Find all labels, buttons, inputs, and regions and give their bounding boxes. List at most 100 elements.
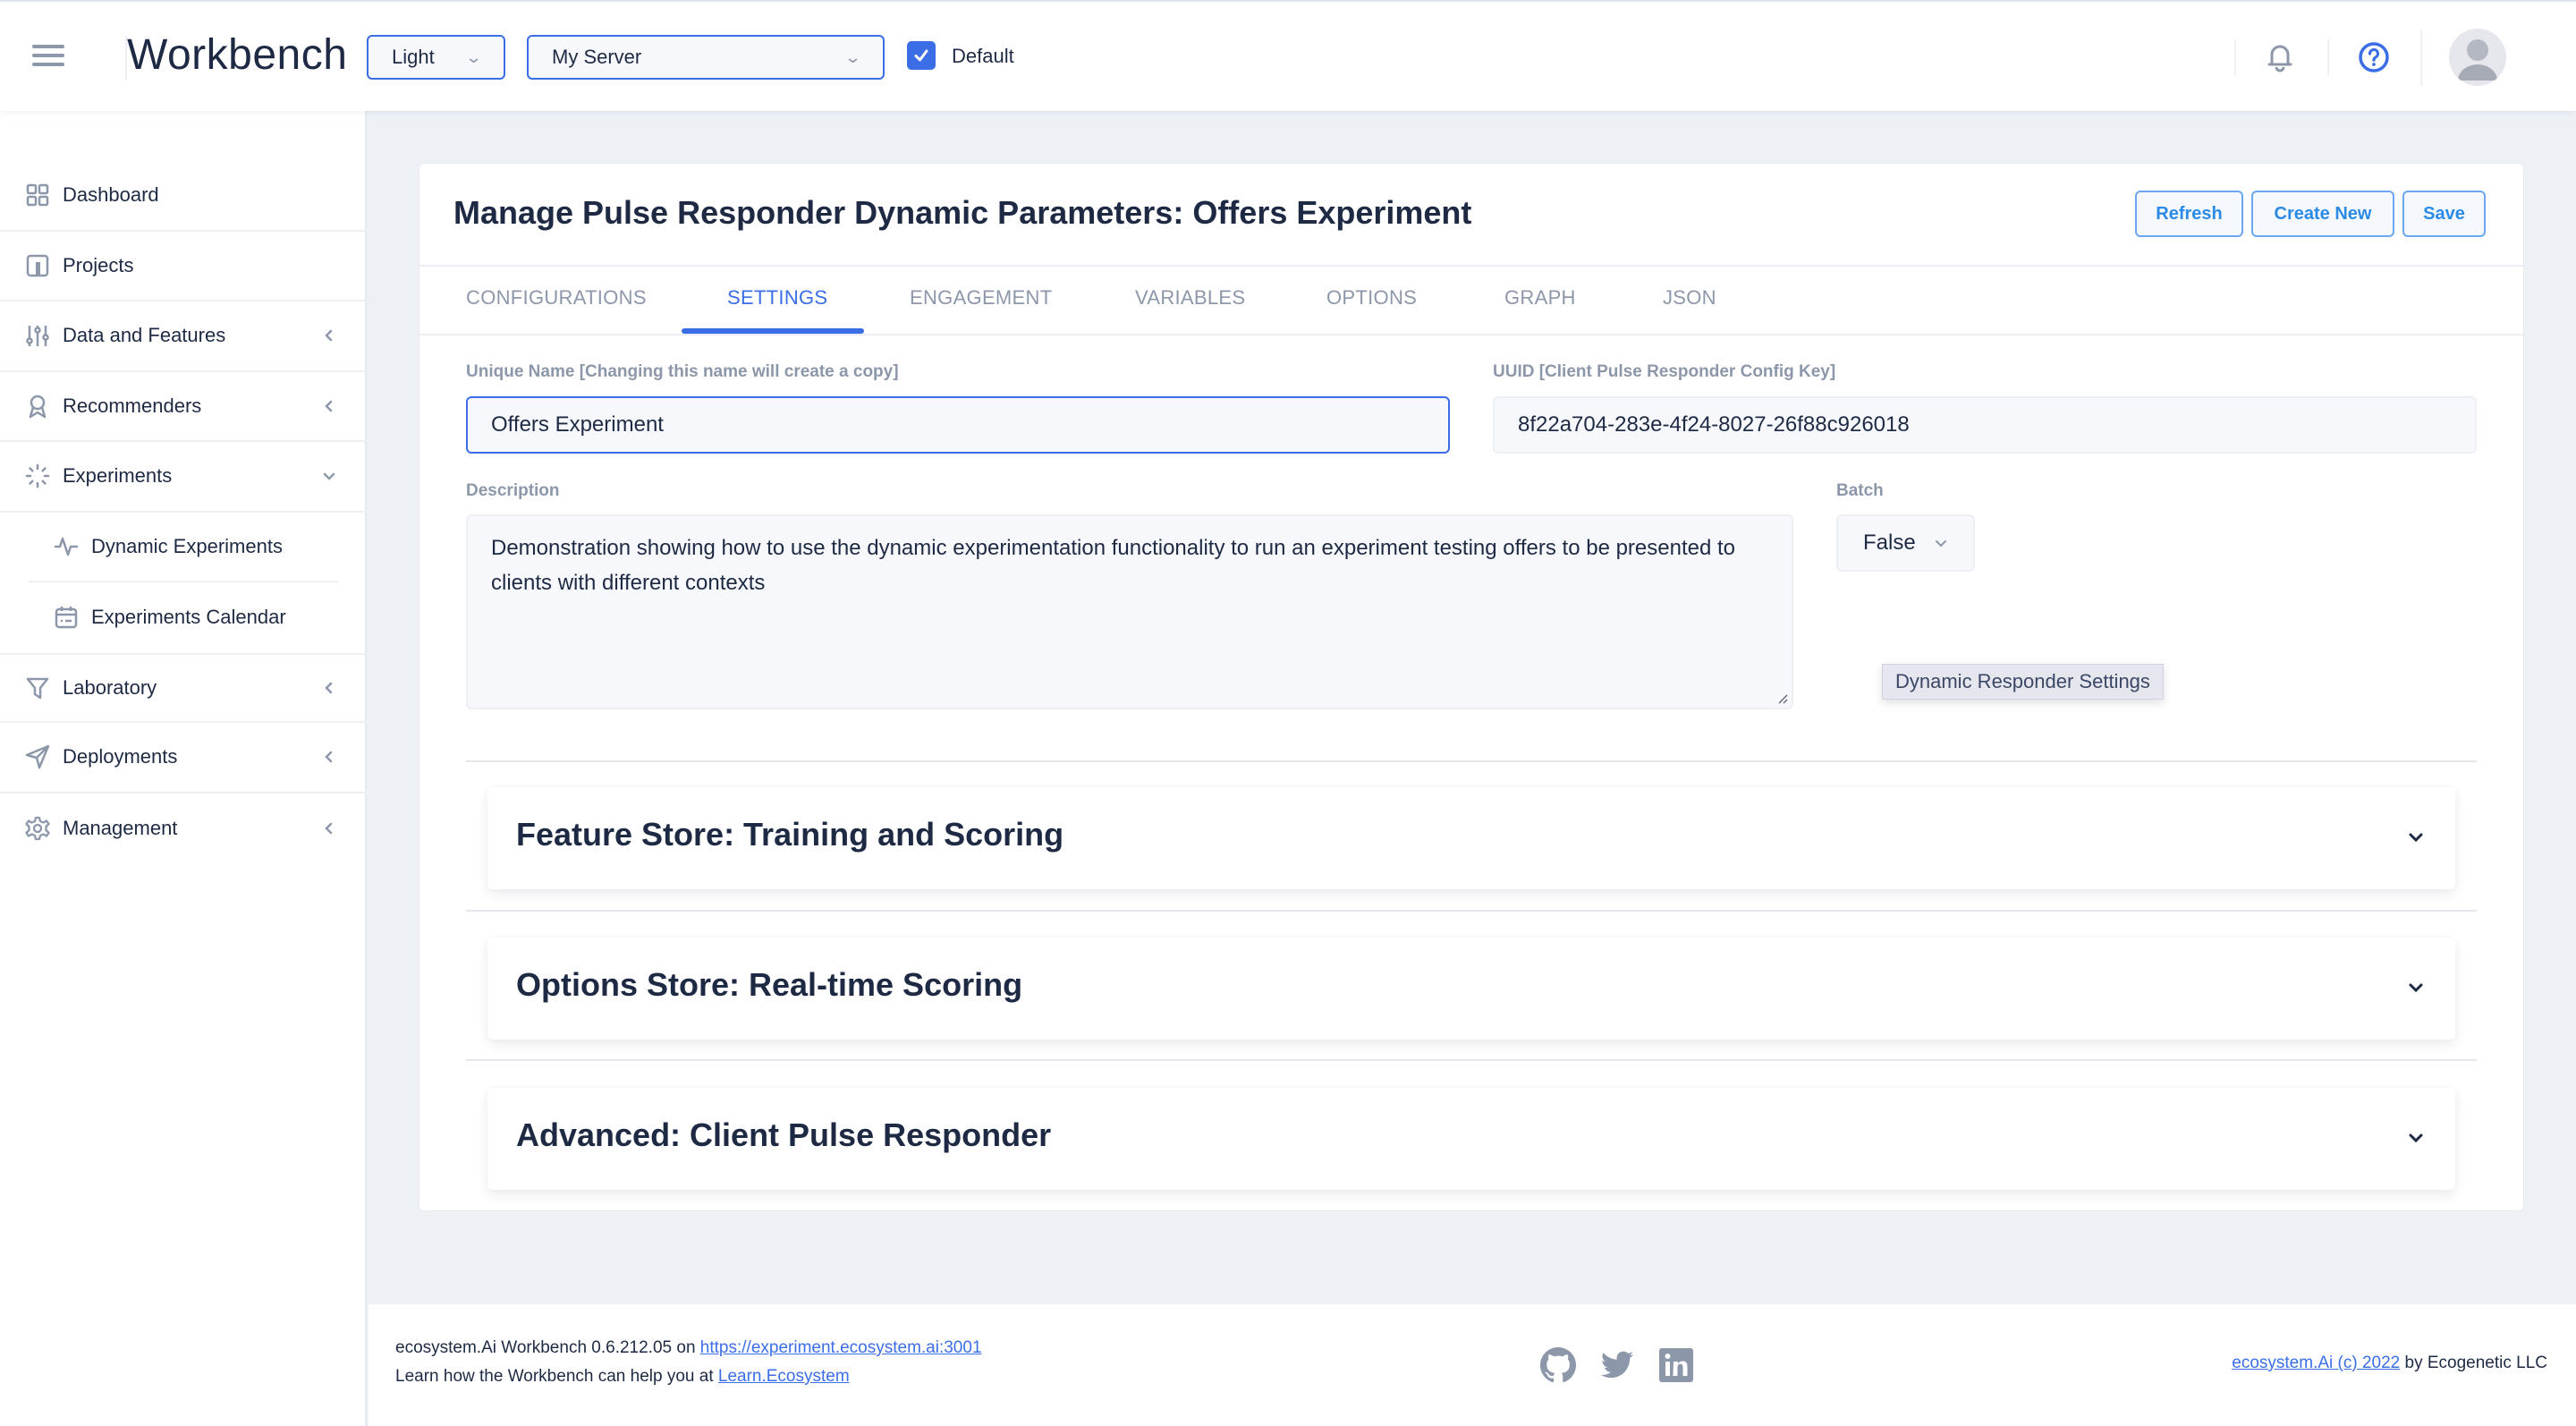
sidebar-nav: Dashboard Projects Data and Features Rec… <box>0 161 367 863</box>
check-icon <box>914 49 928 62</box>
sidebar-item-management[interactable]: Management <box>0 794 367 864</box>
tab-bar: CONFIGURATIONS SETTINGS ENGAGEMENT VARIA… <box>419 267 2523 335</box>
copyright-suffix: by Ecogenetic LLC <box>2400 1354 2548 1372</box>
section-divider <box>466 910 2477 912</box>
chevron-down-icon <box>2409 833 2423 843</box>
description-text: Demonstration showing how to use the dyn… <box>491 536 1736 595</box>
sidebar-item-label: Dashboard <box>63 183 159 207</box>
help-icon[interactable] <box>2358 41 2390 73</box>
accordion-feature-store[interactable]: Feature Store: Training and Scoring <box>487 787 2455 889</box>
tab-graph[interactable]: GRAPH <box>1504 286 1576 310</box>
tab-engagement[interactable]: ENGAGEMENT <box>910 286 1052 310</box>
accordion-title: Advanced: Client Pulse Responder <box>516 1116 1052 1153</box>
avatar[interactable] <box>2449 29 2506 86</box>
chevron-down-icon: ⌄ <box>464 47 483 66</box>
default-checkbox-label: Default <box>952 45 1014 67</box>
linkedin-icon[interactable] <box>1657 1345 1696 1385</box>
menu-icon[interactable] <box>32 45 64 68</box>
sidebar-item-data-and-features[interactable]: Data and Features <box>0 301 367 372</box>
footer-version-text: ecosystem.Ai Workbench 0.6.212.05 on <box>395 1338 700 1357</box>
header-divider <box>2420 30 2422 86</box>
default-checkbox[interactable] <box>907 41 936 70</box>
sidebar-item-dynamic-experiments[interactable]: Dynamic Experiments <box>29 513 338 582</box>
sidebar-item-experiments[interactable]: Experiments <box>0 442 367 513</box>
copyright-link[interactable]: ecosystem.Ai (c) 2022 <box>2232 1354 2400 1372</box>
filter-icon <box>26 677 49 699</box>
unique-name-label: Unique Name [Changing this name will cre… <box>466 362 899 381</box>
tab-configurations[interactable]: CONFIGURATIONS <box>466 286 647 310</box>
theme-select[interactable]: Light ⌄ <box>367 35 505 80</box>
footer-copyright: ecosystem.Ai (c) 2022 by Ecogenetic LLC <box>2232 1354 2547 1373</box>
sidebar-item-label: Recommenders <box>63 394 202 417</box>
theme-select-value: Light <box>392 46 435 68</box>
grid-icon <box>26 184 49 207</box>
activity-icon <box>54 537 79 556</box>
sidebar-item-label: Experiments Calendar <box>91 606 286 629</box>
server-select-value: My Server <box>552 46 642 68</box>
tooltip: Dynamic Responder Settings <box>1882 664 2164 700</box>
loader-icon <box>25 464 50 488</box>
footer-learn-line: Learn how the Workbench can help you at … <box>395 1367 850 1387</box>
chevron-left-icon <box>325 400 333 412</box>
twitter-icon[interactable] <box>1597 1345 1637 1385</box>
sidebar: Dashboard Projects Data and Features Rec… <box>0 111 367 1426</box>
batch-select[interactable]: False <box>1836 514 1975 572</box>
batch-select-value: False <box>1863 531 1916 555</box>
sidebar-item-label: Experiments <box>63 464 173 488</box>
chevron-down-icon <box>2409 983 2423 993</box>
tab-variables[interactable]: VARIABLES <box>1135 286 1245 310</box>
footer: ecosystem.Ai Workbench 0.6.212.05 on htt… <box>369 1304 2576 1426</box>
accordion-title: Feature Store: Training and Scoring <box>516 816 1064 853</box>
footer-version-line: ecosystem.Ai Workbench 0.6.212.05 on htt… <box>395 1338 982 1358</box>
uuid-input[interactable]: 8f22a704-283e-4f24-8027-26f88c926018 <box>1493 396 2477 454</box>
sidebar-item-dashboard[interactable]: Dashboard <box>0 161 367 232</box>
sidebar-item-laboratory[interactable]: Laboratory <box>0 652 367 723</box>
main-card: Manage Pulse Responder Dynamic Parameter… <box>419 163 2524 1211</box>
chevron-down-icon <box>1935 540 1946 547</box>
resize-handle-icon[interactable] <box>1775 692 1788 704</box>
tab-options[interactable]: OPTIONS <box>1326 286 1417 310</box>
batch-label: Batch <box>1836 481 1884 500</box>
chevron-down-icon: ⌄ <box>843 47 862 66</box>
section-divider <box>466 760 2477 762</box>
github-icon[interactable] <box>1538 1345 1578 1385</box>
server-link[interactable]: https://experiment.ecosystem.ai:3001 <box>700 1338 982 1357</box>
sliders-icon <box>26 326 49 347</box>
bell-icon[interactable] <box>2265 41 2295 73</box>
sidebar-item-recommenders[interactable]: Recommenders <box>0 372 367 442</box>
app-title: Workbench <box>127 31 348 79</box>
chevron-left-icon <box>325 682 333 693</box>
refresh-button[interactable]: Refresh <box>2135 191 2243 237</box>
unique-name-input[interactable]: Offers Experiment <box>466 396 1450 454</box>
description-label: Description <box>466 481 560 500</box>
footer-learn-text: Learn how the Workbench can help you at <box>395 1367 718 1386</box>
tab-settings[interactable]: SETTINGS <box>727 286 827 310</box>
save-button[interactable]: Save <box>2402 191 2486 237</box>
top-header: Workbench Light ⌄ My Server ⌄ Default <box>0 0 2576 111</box>
uuid-label: UUID [Client Pulse Responder Config Key] <box>1493 362 1836 381</box>
sidebar-item-label: Data and Features <box>63 324 226 347</box>
active-tab-indicator <box>682 328 864 334</box>
sidebar-item-deployments[interactable]: Deployments <box>0 723 367 794</box>
create-new-button[interactable]: Create New <box>2251 191 2394 237</box>
sidebar-item-experiments-calendar[interactable]: Experiments Calendar <box>29 582 338 653</box>
chevron-down-icon <box>323 473 335 481</box>
description-textarea[interactable]: Demonstration showing how to use the dyn… <box>466 514 1793 709</box>
sidebar-item-label: Dynamic Experiments <box>91 534 283 557</box>
accordion-title: Options Store: Real-time Scoring <box>516 966 1023 1003</box>
section-divider <box>466 1059 2477 1061</box>
chevron-left-icon <box>325 751 333 763</box>
server-select[interactable]: My Server ⌄ <box>527 35 885 80</box>
sidebar-item-projects[interactable]: Projects <box>0 232 367 301</box>
sidebar-item-label: Laboratory <box>63 675 157 699</box>
chevron-down-icon <box>2409 1133 2423 1143</box>
accordion-advanced[interactable]: Advanced: Client Pulse Responder <box>487 1088 2455 1190</box>
accordion-options-store[interactable]: Options Store: Real-time Scoring <box>487 938 2455 1040</box>
tab-json[interactable]: JSON <box>1663 286 1716 310</box>
project-icon <box>26 254 49 276</box>
sidebar-item-label: Management <box>63 816 178 839</box>
send-icon <box>25 745 50 769</box>
header-divider <box>2327 39 2329 75</box>
sidebar-item-label: Projects <box>63 253 134 276</box>
learn-ecosystem-link[interactable]: Learn.Ecosystem <box>718 1367 850 1386</box>
